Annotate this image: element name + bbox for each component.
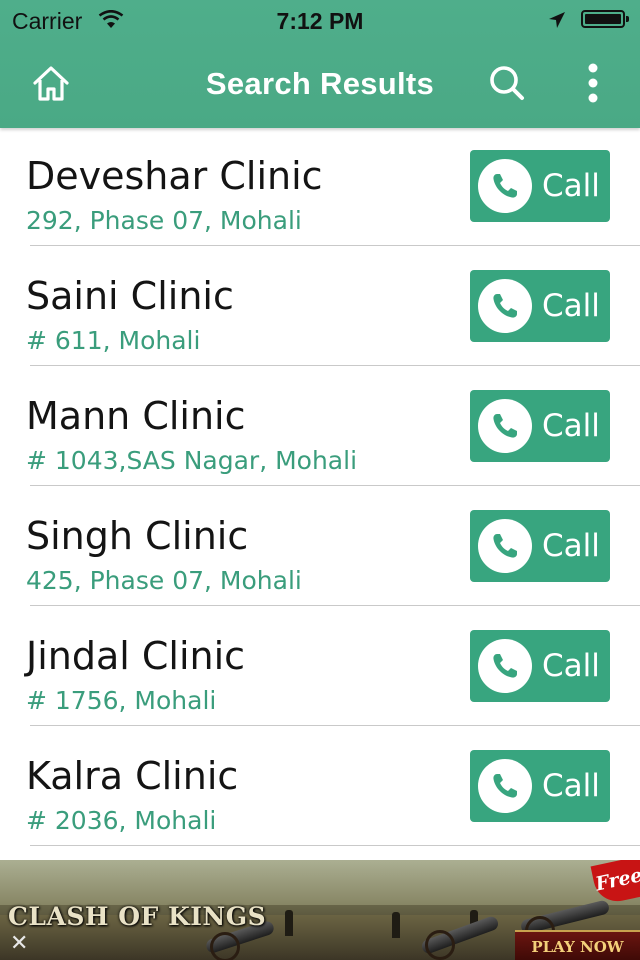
ad-sky bbox=[0, 860, 640, 905]
row-divider bbox=[30, 245, 640, 246]
row-divider bbox=[30, 485, 640, 486]
list-item[interactable]: Kalra Clinic # 2036, Mohali Call bbox=[0, 728, 640, 848]
call-button[interactable]: Call bbox=[470, 630, 610, 702]
search-icon[interactable] bbox=[488, 64, 526, 102]
phone-icon bbox=[478, 159, 532, 213]
ad-figure bbox=[285, 910, 293, 936]
list-item[interactable]: Deveshar Clinic 292, Phase 07, Mohali Ca… bbox=[0, 128, 640, 248]
ad-figure bbox=[392, 912, 400, 938]
clinic-address: # 611, Mohali bbox=[26, 326, 201, 355]
call-button[interactable]: Call bbox=[470, 270, 610, 342]
call-button[interactable]: Call bbox=[470, 510, 610, 582]
call-button[interactable]: Call bbox=[470, 750, 610, 822]
row-divider bbox=[30, 365, 640, 366]
more-vertical-icon[interactable] bbox=[582, 62, 604, 106]
list-item[interactable]: Jindal Clinic # 1756, Mohali Call bbox=[0, 608, 640, 728]
status-time: 7:12 PM bbox=[276, 8, 364, 34]
status-bar: Carrier 7:12 PM bbox=[0, 0, 640, 40]
clinic-address: # 2036, Mohali bbox=[26, 806, 217, 835]
ad-game-logo: CLASH OF KINGS bbox=[8, 902, 267, 931]
clinic-address: 292, Phase 07, Mohali bbox=[26, 206, 302, 235]
ad-wheel bbox=[210, 932, 240, 960]
page-title: Search Results bbox=[205, 66, 435, 101]
clinic-name: Jindal Clinic bbox=[26, 634, 246, 678]
clinic-address: # 1043,SAS Nagar, Mohali bbox=[26, 446, 358, 475]
list-item[interactable]: Mann Clinic # 1043,SAS Nagar, Mohali Cal… bbox=[0, 368, 640, 488]
call-button[interactable]: Call bbox=[470, 390, 610, 462]
list-item[interactable]: Singh Clinic 425, Phase 07, Mohali Call bbox=[0, 488, 640, 608]
clinic-name: Mann Clinic bbox=[26, 394, 246, 438]
close-icon[interactable]: ✕ bbox=[10, 930, 28, 956]
ad-wheel bbox=[425, 930, 455, 960]
phone-icon bbox=[478, 279, 532, 333]
call-button-label: Call bbox=[542, 528, 600, 564]
clinic-name: Deveshar Clinic bbox=[26, 154, 323, 198]
call-button-label: Call bbox=[542, 768, 600, 804]
results-list: Deveshar Clinic 292, Phase 07, Mohali Ca… bbox=[0, 128, 640, 848]
clinic-name: Kalra Clinic bbox=[26, 754, 239, 798]
location-arrow-icon bbox=[547, 9, 567, 36]
battery-icon bbox=[581, 10, 629, 28]
clinic-address: 425, Phase 07, Mohali bbox=[26, 566, 302, 595]
ad-banner[interactable]: CLASH OF KINGS ✕ Free PLAY NOW bbox=[0, 860, 640, 960]
clinic-name: Singh Clinic bbox=[26, 514, 249, 558]
clinic-name: Saini Clinic bbox=[26, 274, 234, 318]
call-button-label: Call bbox=[542, 288, 600, 324]
call-button-label: Call bbox=[542, 408, 600, 444]
row-divider bbox=[30, 605, 640, 606]
phone-icon bbox=[478, 759, 532, 813]
phone-icon bbox=[478, 519, 532, 573]
clinic-address: # 1756, Mohali bbox=[26, 686, 217, 715]
call-button-label: Call bbox=[542, 648, 600, 684]
call-button-label: Call bbox=[542, 168, 600, 204]
list-item[interactable]: Saini Clinic # 611, Mohali Call bbox=[0, 248, 640, 368]
phone-icon bbox=[478, 399, 532, 453]
ad-play-now-button[interactable]: PLAY NOW bbox=[515, 930, 640, 960]
row-divider bbox=[30, 725, 640, 726]
header-bar: Carrier 7:12 PM Search Results bbox=[0, 0, 640, 128]
phone-icon bbox=[478, 639, 532, 693]
navigation-bar: Search Results bbox=[0, 40, 640, 128]
row-divider bbox=[30, 845, 640, 846]
call-button[interactable]: Call bbox=[470, 150, 610, 222]
